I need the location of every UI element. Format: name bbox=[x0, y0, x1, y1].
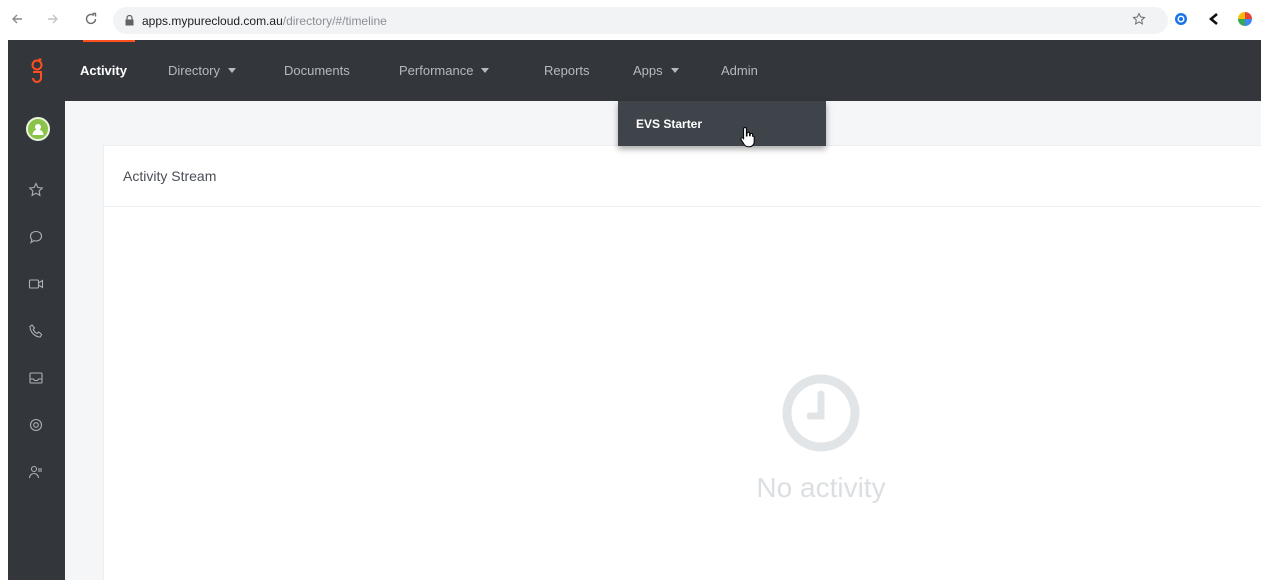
extension-color-icon[interactable] bbox=[1236, 10, 1254, 28]
clock-icon bbox=[776, 368, 866, 458]
caret-down-icon bbox=[228, 68, 237, 73]
activity-stream-panel: Activity Stream No activity bbox=[103, 145, 1261, 580]
people-icon[interactable] bbox=[25, 461, 47, 483]
hand-cursor-icon bbox=[740, 126, 756, 148]
nav-performance-label: Performance bbox=[399, 63, 474, 78]
user-avatar[interactable] bbox=[26, 117, 50, 141]
sidebar bbox=[8, 40, 65, 580]
menu-item-evs-starter[interactable]: EVS Starter bbox=[618, 101, 826, 146]
nav-apps-label: Apps bbox=[633, 63, 663, 78]
reload-icon[interactable] bbox=[80, 8, 102, 30]
panel-title: Activity Stream bbox=[104, 146, 1261, 207]
nav-directory[interactable]: Directory bbox=[168, 40, 237, 101]
chat-icon[interactable] bbox=[25, 226, 47, 248]
top-navigation: Activity Directory Documents Performance… bbox=[65, 40, 1261, 101]
favorites-icon[interactable] bbox=[25, 179, 47, 201]
lock-icon bbox=[125, 15, 134, 26]
menu-item-label: EVS Starter bbox=[636, 116, 703, 131]
nav-reports-label: Reports bbox=[544, 63, 590, 78]
genesys-logo-icon[interactable] bbox=[8, 40, 65, 100]
empty-state-text: No activity bbox=[756, 472, 886, 503]
nav-admin[interactable]: Admin bbox=[721, 40, 758, 101]
video-icon[interactable] bbox=[25, 273, 47, 295]
back-icon[interactable] bbox=[6, 8, 28, 30]
forward-icon[interactable] bbox=[42, 8, 64, 30]
nav-reports[interactable]: Reports bbox=[544, 40, 590, 101]
extension-chevron-icon[interactable] bbox=[1205, 10, 1223, 28]
phone-icon[interactable] bbox=[25, 320, 47, 342]
main-content: Activity Stream No activity bbox=[65, 101, 1261, 580]
nav-documents[interactable]: Documents bbox=[284, 40, 350, 101]
nav-performance[interactable]: Performance bbox=[399, 40, 490, 101]
extension-target-icon[interactable] bbox=[1172, 10, 1190, 28]
url-path: /directory/#/timeline bbox=[282, 13, 387, 28]
nav-apps[interactable]: Apps bbox=[633, 40, 679, 101]
caret-down-icon bbox=[481, 68, 490, 73]
settings-icon[interactable] bbox=[25, 414, 47, 436]
nav-activity-label: Activity bbox=[80, 63, 127, 78]
nav-activity[interactable]: Activity bbox=[80, 40, 127, 101]
nav-admin-label: Admin bbox=[721, 63, 758, 78]
nav-documents-label: Documents bbox=[284, 63, 350, 78]
nav-directory-label: Directory bbox=[168, 63, 221, 78]
browser-toolbar: apps.mypurecloud.com.au/directory/#/time… bbox=[0, 0, 1261, 40]
bookmark-star-icon[interactable] bbox=[1130, 10, 1148, 28]
caret-down-icon bbox=[670, 68, 679, 73]
address-bar[interactable]: apps.mypurecloud.com.au/directory/#/time… bbox=[113, 7, 1168, 34]
window-edge bbox=[0, 40, 8, 580]
inbox-icon[interactable] bbox=[25, 367, 47, 389]
apps-dropdown-menu: EVS Starter bbox=[618, 101, 826, 146]
url-host: apps.mypurecloud.com.au bbox=[142, 13, 283, 28]
